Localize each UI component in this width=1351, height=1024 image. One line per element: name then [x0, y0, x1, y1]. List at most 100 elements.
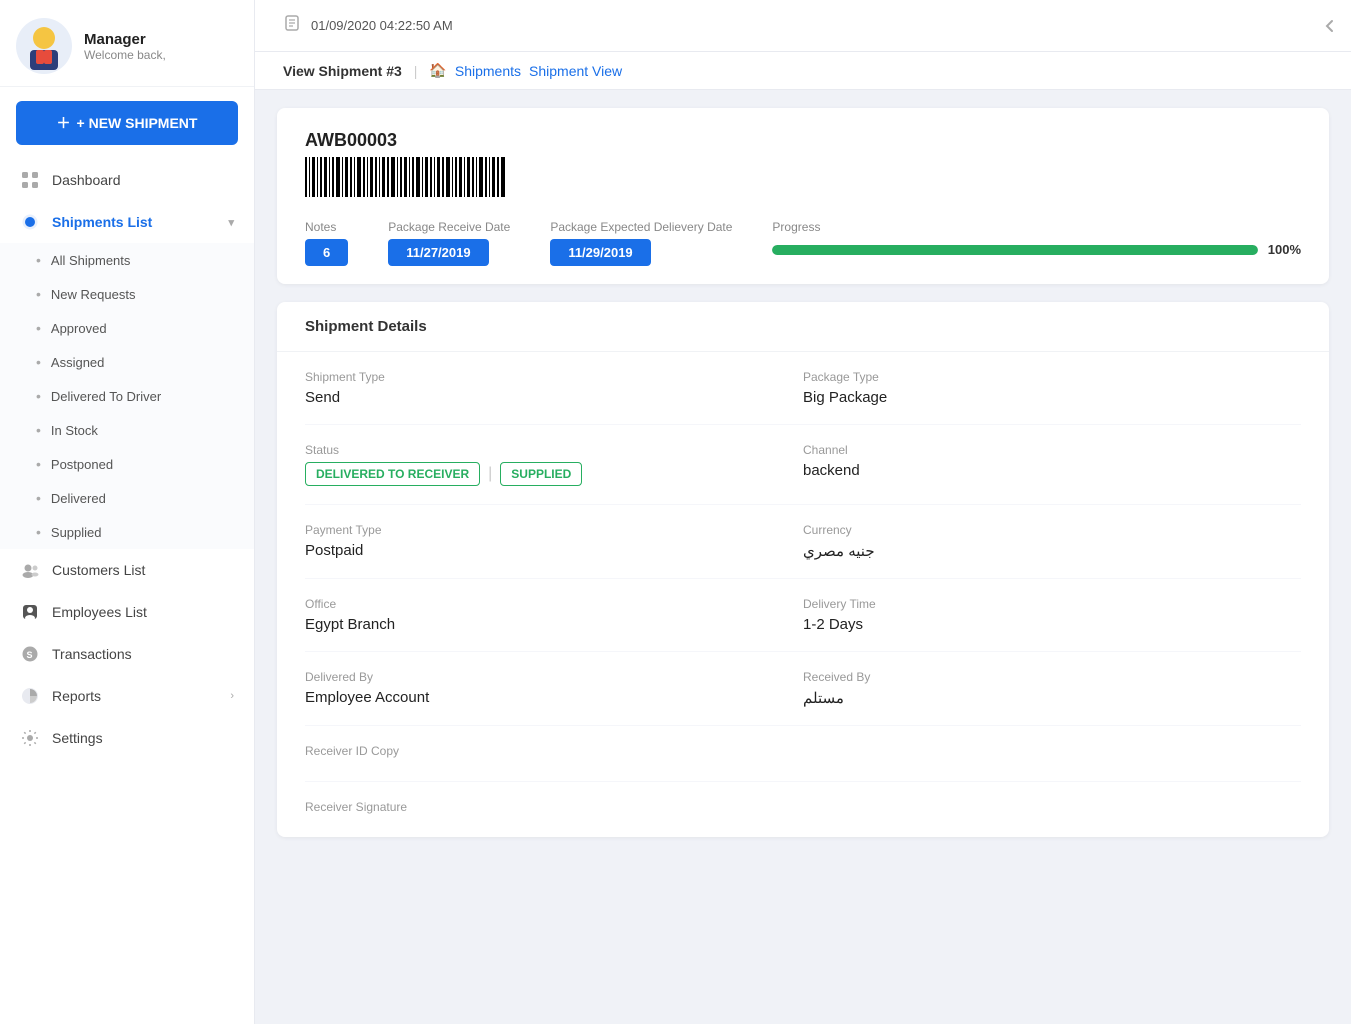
breadcrumb-page-title: View Shipment #3 — [283, 63, 402, 79]
progress-pct: 100% — [1268, 242, 1301, 257]
grid-icon — [20, 170, 40, 190]
gear-icon — [20, 728, 40, 748]
detail-status: Status DELIVERED TO RECEIVER | SUPPLIED — [305, 425, 803, 505]
detail-payment-type: Payment Type Postpaid — [305, 505, 803, 579]
chevron-down-icon: ▾ — [228, 216, 234, 229]
badge-separator: | — [488, 465, 492, 483]
sidebar-item-shipments[interactable]: Shipments List ▾ — [0, 201, 254, 243]
topbar-datetime: 01/09/2020 04:22:50 AM — [311, 18, 453, 33]
submenu-all-shipments[interactable]: All Shipments — [0, 243, 254, 277]
status-label: Status — [305, 443, 803, 457]
channel-label: Channel — [803, 443, 1301, 457]
progress-bar-bg — [772, 245, 1257, 255]
currency-label: Currency — [803, 523, 1301, 537]
sidebar-item-label-employees: Employees List — [52, 604, 147, 620]
sidebar-item-employees[interactable]: Employees List — [0, 591, 254, 633]
sidebar: Manager Welcome back, ＋ + NEW SHIPMENT D… — [0, 0, 255, 1024]
user-name: Manager — [84, 31, 166, 48]
delivery-time-label: Delivery Time — [803, 597, 1301, 611]
submenu-approved[interactable]: Approved — [0, 311, 254, 345]
delivery-time-value: 1-2 Days — [803, 616, 1301, 633]
detail-channel: Channel backend — [803, 425, 1301, 505]
submenu-postponed[interactable]: Postponed — [0, 447, 254, 481]
sidebar-item-settings[interactable]: Settings — [0, 717, 254, 759]
detail-delivered-by: Delivered By Employee Account — [305, 652, 803, 726]
main-content: 01/09/2020 04:22:50 AM View Shipment #3 … — [255, 0, 1351, 1024]
submenu-in-stock[interactable]: In Stock — [0, 413, 254, 447]
sidebar-item-customers[interactable]: Customers List — [0, 549, 254, 591]
package-type-value: Big Package — [803, 389, 1301, 406]
dollar-icon: S — [20, 644, 40, 664]
breadcrumb-shipments-link[interactable]: Shipments — [455, 63, 521, 79]
status-badge-delivered: DELIVERED TO RECEIVER — [305, 462, 480, 486]
detail-received-by: Received By مستلم — [803, 652, 1301, 726]
submenu-delivered[interactable]: Delivered — [0, 481, 254, 515]
status-badges: DELIVERED TO RECEIVER | SUPPLIED — [305, 462, 803, 486]
package-type-label: Package Type — [803, 370, 1301, 384]
svg-text:S: S — [27, 650, 33, 660]
detail-office: Office Egypt Branch — [305, 579, 803, 652]
delivered-by-value: Employee Account — [305, 689, 803, 706]
submenu-assigned[interactable]: Assigned — [0, 345, 254, 379]
sidebar-item-label-customers: Customers List — [52, 562, 145, 578]
meta-row: Notes 6 Package Receive Date 11/27/2019 … — [305, 220, 1301, 266]
detail-empty — [803, 726, 1301, 782]
received-by-value: مستلم — [803, 689, 1301, 707]
sidebar-item-dashboard[interactable]: Dashboard — [0, 159, 254, 201]
progress-label: Progress — [772, 220, 1301, 234]
expected-date-badge[interactable]: 11/29/2019 — [550, 239, 650, 266]
sidebar-item-label-shipments: Shipments List — [52, 214, 152, 230]
avatar — [16, 18, 72, 74]
sidebar-item-label-reports: Reports — [52, 688, 101, 704]
detail-delivery-time: Delivery Time 1-2 Days — [803, 579, 1301, 652]
details-card: Shipment Details Shipment Type Send Pack… — [277, 302, 1329, 837]
notes-col: Notes 6 — [305, 220, 348, 266]
user-welcome: Welcome back, — [84, 48, 166, 62]
progress-bar-wrap: 100% — [772, 242, 1301, 257]
person-icon — [20, 602, 40, 622]
topbar-doc-icon — [283, 14, 301, 37]
sidebar-item-label-dashboard: Dashboard — [52, 172, 121, 188]
detail-receiver-signature: Receiver Signature — [305, 782, 803, 837]
breadcrumb-separator: | — [414, 63, 418, 79]
topbar: 01/09/2020 04:22:50 AM — [255, 0, 1351, 52]
detail-receiver-id: Receiver ID Copy — [305, 726, 803, 782]
submenu-new-requests[interactable]: New Requests — [0, 277, 254, 311]
submenu-delivered-to-driver[interactable]: Delivered To Driver — [0, 379, 254, 413]
breadcrumb-current[interactable]: Shipment View — [529, 63, 622, 79]
detail-shipment-type: Shipment Type Send — [305, 352, 803, 425]
sidebar-item-label-transactions: Transactions — [52, 646, 132, 662]
expected-date-label: Package Expected Delievery Date — [550, 220, 732, 234]
home-icon: 🏠 — [429, 62, 446, 79]
submenu-supplied[interactable]: Supplied — [0, 515, 254, 549]
office-label: Office — [305, 597, 803, 611]
details-header: Shipment Details — [277, 302, 1329, 352]
sidebar-item-reports[interactable]: Reports › — [0, 675, 254, 717]
details-grid: Shipment Type Send Package Type Big Pack… — [277, 352, 1329, 837]
chart-icon — [20, 686, 40, 706]
sidebar-item-transactions[interactable]: S Transactions — [0, 633, 254, 675]
sidebar-item-label-settings: Settings — [52, 730, 103, 746]
detail-package-type: Package Type Big Package — [803, 352, 1301, 425]
box-icon — [20, 212, 40, 232]
payment-type-label: Payment Type — [305, 523, 803, 537]
delivered-by-label: Delivered By — [305, 670, 803, 684]
new-shipment-button[interactable]: ＋ + NEW SHIPMENT — [16, 101, 238, 145]
shipment-type-label: Shipment Type — [305, 370, 803, 384]
plus-icon: ＋ — [57, 113, 71, 133]
receive-date-badge[interactable]: 11/27/2019 — [388, 239, 488, 266]
shipments-submenu: All Shipments New Requests Approved Assi… — [0, 243, 254, 549]
awb-number: AWB00003 — [305, 130, 1301, 151]
channel-value: backend — [803, 462, 1301, 479]
receive-date-col: Package Receive Date 11/27/2019 — [388, 220, 510, 266]
chevron-right-icon: › — [230, 690, 234, 702]
expected-date-col: Package Expected Delievery Date 11/29/20… — [550, 220, 732, 266]
detail-currency: Currency جنيه مصري — [803, 505, 1301, 579]
notes-badge[interactable]: 6 — [305, 239, 348, 266]
receiver-id-label: Receiver ID Copy — [305, 744, 803, 758]
progress-bar-fill — [772, 245, 1257, 255]
new-shipment-label: + NEW SHIPMENT — [77, 115, 198, 131]
content-area: AWB00003 — [255, 90, 1351, 1024]
currency-value: جنيه مصري — [803, 542, 1301, 560]
users-icon — [20, 560, 40, 580]
